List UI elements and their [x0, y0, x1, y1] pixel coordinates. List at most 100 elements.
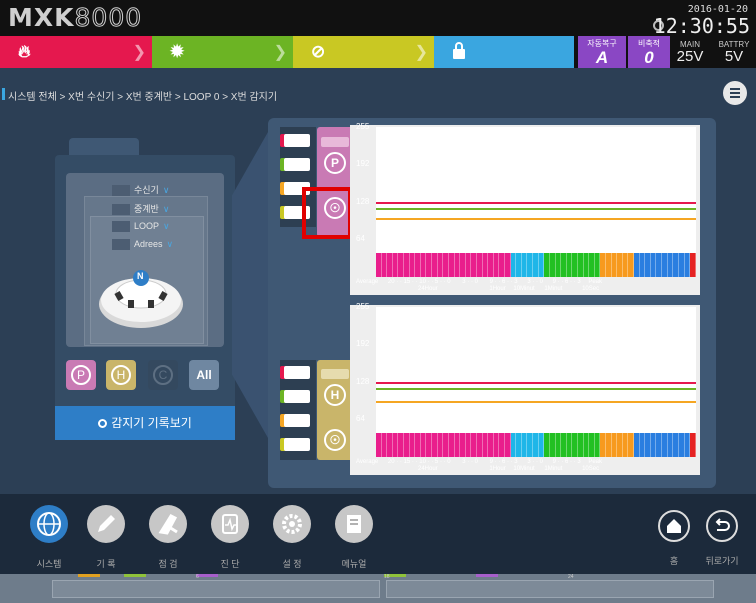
threshold-line-pre-alarm: [376, 387, 696, 390]
level-swatch: [112, 239, 130, 251]
lock-icon: [452, 42, 466, 64]
mode-h-button[interactable]: H: [106, 360, 136, 390]
x-average-label: Average: [356, 459, 379, 465]
level-repeater[interactable]: 중계반 ∨: [112, 202, 170, 216]
auto-recovery-mode[interactable]: 자동복구 A: [578, 36, 626, 68]
chart-bottom-plot: [376, 307, 696, 457]
y-tick-label: 64: [356, 414, 365, 424]
channel-tag: [321, 369, 349, 379]
search-icon: [98, 419, 108, 428]
nav-manual-button[interactable]: 메뉴얼: [334, 505, 374, 570]
bar-group: [376, 253, 696, 277]
legend-swatch-normal[interactable]: [284, 438, 310, 451]
device-lock-icon[interactable]: ☉: [324, 429, 346, 451]
nav-diagnose-label: 진 단: [220, 559, 240, 569]
level-loop[interactable]: LOOP ∨: [112, 221, 170, 233]
level-swatch: [112, 204, 130, 216]
timeline-bar[interactable]: 6 18 24: [0, 574, 756, 603]
smoke-detector-image: N: [96, 262, 186, 332]
lock-status-segment[interactable]: [434, 36, 574, 68]
mode-all-button[interactable]: All: [189, 360, 219, 390]
channel-tag: [321, 137, 349, 147]
mode-c-label: C: [153, 365, 173, 385]
alarm-status-segment[interactable]: ✹ ❯: [152, 36, 293, 68]
level-label: LOOP: [134, 221, 160, 231]
fire-icon: 🔥︎: [18, 42, 31, 61]
legend-swatch-caution[interactable]: [284, 414, 310, 427]
chart-bottom-xsections: 24Hour 1Hour 10Minut 1Minut 10Sec: [418, 466, 599, 472]
nav-diagnose-button[interactable]: 진 단: [210, 505, 250, 570]
non-accumulation-mode[interactable]: 비축적 0: [628, 36, 670, 68]
nav-manual-label: 메뉴얼: [341, 559, 367, 569]
x-peak-label: Peak: [588, 459, 603, 465]
chevron-down-icon: ∨: [162, 204, 170, 214]
channel-p-icon[interactable]: P: [324, 152, 346, 174]
section-10minut: 10Minut: [513, 466, 535, 472]
time-display: 12:30:55: [653, 14, 750, 38]
section-10sec: 10Sec: [582, 286, 600, 292]
mode-c-button[interactable]: C: [148, 360, 178, 390]
top-bar: MXK8000 2016-01-20 12:30:55: [0, 0, 756, 38]
y-tick-label: 192: [356, 159, 370, 169]
chevron-down-icon: ∨: [162, 185, 170, 195]
level-receiver[interactable]: 수신기 ∨: [112, 183, 170, 197]
y-tick-label: 128: [356, 196, 370, 206]
back-button[interactable]: 뒤로가기: [704, 510, 740, 567]
nav-settings-button[interactable]: 설 정: [272, 505, 312, 570]
section-10sec: 10Sec: [582, 466, 600, 472]
threshold-line-caution: [376, 218, 696, 221]
y-tick-label: 255: [356, 122, 370, 131]
no-entry-icon: ⊘: [311, 42, 326, 61]
status-bar: 🔥︎ ❯ ✹ ❯ ⊘ ❯ 자동복구 A 비축적 0 MAIN 25V BATTR…: [0, 36, 756, 68]
timeline-range-left[interactable]: [52, 580, 380, 598]
chart-bottom-xaxis: Average 20 · · 15 · · 10 · · 5 · · 0 3 ·…: [356, 459, 603, 465]
x-average-label: Average: [356, 279, 379, 285]
level-label: 중계반: [134, 204, 159, 214]
level-swatch: [112, 185, 130, 197]
gear-icon: [273, 505, 311, 543]
list-icon: [730, 92, 740, 94]
back-arrow-icon: [706, 510, 738, 542]
section-24hour: 24Hour: [418, 286, 438, 292]
detector-history-button[interactable]: 감지기 기록보기: [55, 406, 235, 440]
nav-inspect-button[interactable]: 점 검: [148, 505, 188, 570]
menu-list-button[interactable]: [723, 81, 747, 105]
nav-system-label: 시스템: [36, 559, 62, 569]
legend-swatch-prealarm[interactable]: [284, 390, 310, 403]
auto-recovery-value: A: [595, 48, 609, 67]
nav-inspect-label: 점 검: [158, 559, 178, 569]
level-address[interactable]: Adrees ∨: [112, 239, 174, 251]
app-logo: MXK8000: [8, 3, 142, 33]
timeline-marker: [124, 574, 146, 577]
timeline-range-right[interactable]: [386, 580, 714, 598]
chart-top-plot: [376, 127, 696, 277]
chevron-right-icon: ❯: [273, 44, 287, 61]
legend-swatch-fire[interactable]: [284, 366, 310, 379]
gear-icon: ✹: [170, 42, 185, 61]
fire-status-segment[interactable]: 🔥︎ ❯: [0, 36, 152, 68]
chevron-down-icon: ∨: [163, 221, 170, 231]
section-1hour: 1Hour: [489, 466, 506, 472]
panel-connector: [232, 125, 272, 445]
level-swatch: [112, 221, 130, 233]
history-button-label: 감지기 기록보기: [111, 416, 192, 430]
channel-h-icon[interactable]: H: [324, 384, 346, 406]
x-peak-label: Peak: [588, 279, 603, 285]
legend-swatch-prealarm[interactable]: [284, 158, 310, 171]
nav-system-button[interactable]: 시스템: [29, 505, 69, 570]
legend-swatch-fire[interactable]: [284, 134, 310, 147]
globe-icon: [30, 505, 68, 543]
home-icon: [658, 510, 690, 542]
main-power-value: 25V: [676, 48, 704, 65]
bar-group: [376, 433, 696, 457]
fault-status-segment[interactable]: ⊘ ❯: [293, 36, 434, 68]
bar-peak: [690, 253, 696, 277]
non-accumulation-value: 0: [644, 48, 654, 67]
detector-type-label: N: [137, 271, 144, 281]
mode-p-button[interactable]: P: [66, 360, 96, 390]
home-button[interactable]: 홈: [656, 510, 692, 567]
section-10minut: 10Minut: [513, 286, 535, 292]
nav-record-button[interactable]: 기 록: [86, 505, 126, 570]
section-1minut: 1Minut: [544, 286, 563, 292]
chevron-down-icon: ∨: [166, 239, 174, 249]
